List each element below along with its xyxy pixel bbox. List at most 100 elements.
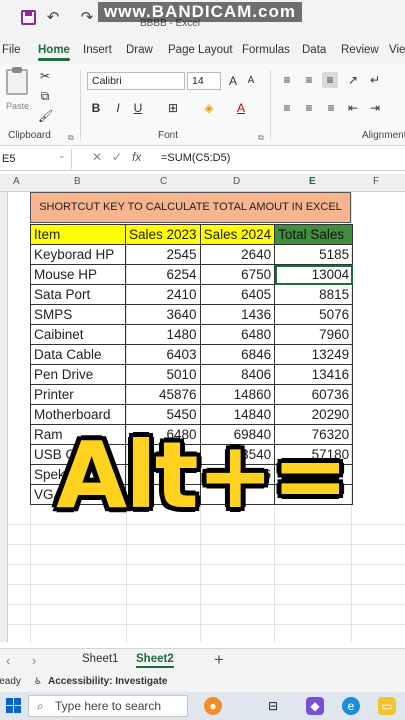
name-box-dropdown-icon[interactable]: ⌄ [58,150,66,161]
cell[interactable]: 13249 [274,344,354,365]
column-header[interactable]: E [309,176,316,187]
header-cell[interactable]: Total Sales [274,224,354,245]
fill-color-icon[interactable]: ◈ [202,100,216,116]
undo-icon[interactable]: ↶ [44,9,62,27]
accessibility-status[interactable]: Accessibility: Investigate [48,676,168,687]
wrap-text-icon[interactable]: ↵ [368,72,382,88]
align-left-icon[interactable]: ≡ [280,100,294,116]
cell[interactable]: 8815 [274,284,354,305]
insert-function-icon[interactable]: fx [132,150,141,164]
cell[interactable]: 5076 [274,304,354,325]
weather-icon[interactable]: ● [204,697,222,715]
align-middle-icon[interactable]: ≡ [302,72,316,88]
active-cell[interactable]: 13004 [274,264,354,285]
tab-review[interactable]: Review [341,44,379,56]
cell[interactable]: 13416 [274,364,354,385]
cancel-icon[interactable]: ✕ [92,150,102,164]
decrease-font-icon[interactable]: A [244,73,258,89]
cell[interactable]: 3640 [125,304,201,325]
align-top-icon[interactable]: ≡ [280,72,294,88]
tab-page-layout[interactable]: Page Layout [168,44,233,56]
copilot-icon[interactable]: ◆ [306,697,324,715]
align-center-icon[interactable]: ≡ [302,100,316,116]
tab-data[interactable]: Data [302,44,326,56]
cell[interactable]: 6254 [125,264,201,285]
column-header[interactable]: F [373,176,379,187]
cell[interactable]: 5185 [274,244,354,265]
font-name-select[interactable]: Calibri [87,72,185,90]
tab-sheet2[interactable]: Sheet2 [136,653,174,668]
column-header[interactable]: C [160,176,167,187]
cell[interactable]: Pen Drive [30,364,126,385]
file-explorer-icon[interactable]: ▭ [378,697,396,715]
header-cell[interactable]: Sales 2024 [199,224,276,245]
copy-icon[interactable]: ⧉ [38,88,52,104]
tab-home[interactable]: Home [38,44,70,61]
italic-icon[interactable]: I [112,100,124,116]
cell[interactable]: SMPS [30,304,126,325]
tab-formulas[interactable]: Formulas [242,44,290,56]
borders-icon[interactable]: ⊞ [166,100,180,116]
task-view-icon[interactable]: ⊟ [264,697,282,715]
cell[interactable]: 6846 [199,344,276,365]
font-color-icon[interactable]: A [234,100,248,116]
edge-icon[interactable]: e [342,697,360,715]
tab-draw[interactable]: Draw [126,44,153,56]
cell[interactable]: 6405 [199,284,276,305]
format-painter-icon[interactable]: 🖌 [38,108,53,124]
cell[interactable]: 2545 [125,244,201,265]
cell[interactable]: 45876 [125,384,201,405]
cell[interactable]: Caibinet [30,324,126,345]
cell[interactable]: Printer [30,384,126,405]
cell[interactable]: 8406 [199,364,276,385]
cell[interactable]: 6750 [199,264,276,285]
cell[interactable]: 60736 [274,384,354,405]
column-header[interactable]: B [74,176,81,187]
accessibility-icon[interactable]: ♿ [34,676,42,687]
save-icon[interactable] [21,10,36,25]
cell[interactable]: 7960 [274,324,354,345]
column-header[interactable]: D [233,176,240,187]
cell[interactable]: 1480 [125,324,201,345]
increase-font-icon[interactable]: A [226,73,240,89]
increase-indent-icon[interactable]: ⇥ [368,100,382,116]
next-sheet-icon[interactable]: › [32,653,36,668]
cell[interactable]: 5010 [125,364,201,385]
cell[interactable]: Keyborad HP [30,244,126,265]
tab-insert[interactable]: Insert [83,44,112,56]
cell[interactable]: Sata Port [30,284,126,305]
add-sheet-icon[interactable]: + [214,650,224,670]
bold-icon[interactable]: B [90,100,102,116]
cell[interactable]: Data Cable [30,344,126,365]
sheet-title-cell[interactable]: SHORTCUT KEY TO CALCULATE TOTAL AMOUT IN… [30,192,351,223]
taskbar-search-input[interactable]: ⌕ Type here to search [28,695,188,717]
tab-view[interactable]: View [389,44,405,56]
clipboard-launcher-icon[interactable]: ⧉ [68,130,74,146]
cell[interactable]: 1436 [199,304,276,325]
cell[interactable]: 6480 [199,324,276,345]
font-size-select[interactable]: 14 [187,72,221,90]
decrease-indent-icon[interactable]: ⇤ [346,100,360,116]
formula-input[interactable]: =SUM(C5:D5) [161,152,230,164]
cell[interactable]: Mouse HP [30,264,126,285]
orientation-icon[interactable]: ↗ [346,72,360,88]
header-cell[interactable]: Sales 2023 [125,224,201,245]
column-header[interactable]: A [13,176,20,187]
cell[interactable]: 6403 [125,344,201,365]
enter-icon[interactable]: ✓ [112,150,122,164]
cell[interactable]: 2410 [125,284,201,305]
font-launcher-icon[interactable]: ⧉ [258,130,264,146]
tab-sheet1[interactable]: Sheet1 [82,653,118,665]
header-cell[interactable]: Item [30,224,126,245]
align-right-icon[interactable]: ≡ [324,100,338,116]
tab-file[interactable]: File [2,44,21,56]
windows-start-icon[interactable] [6,698,22,714]
cell[interactable]: 2640 [199,244,276,265]
paste-label[interactable]: Paste [6,98,29,114]
align-bottom-icon[interactable]: ≡ [322,72,338,88]
prev-sheet-icon[interactable]: ‹ [6,653,10,668]
redo-icon[interactable]: ↷ [78,9,96,27]
underline-icon[interactable]: U [132,100,144,116]
paste-icon[interactable] [6,67,28,95]
cut-icon[interactable]: ✂ [38,68,52,84]
